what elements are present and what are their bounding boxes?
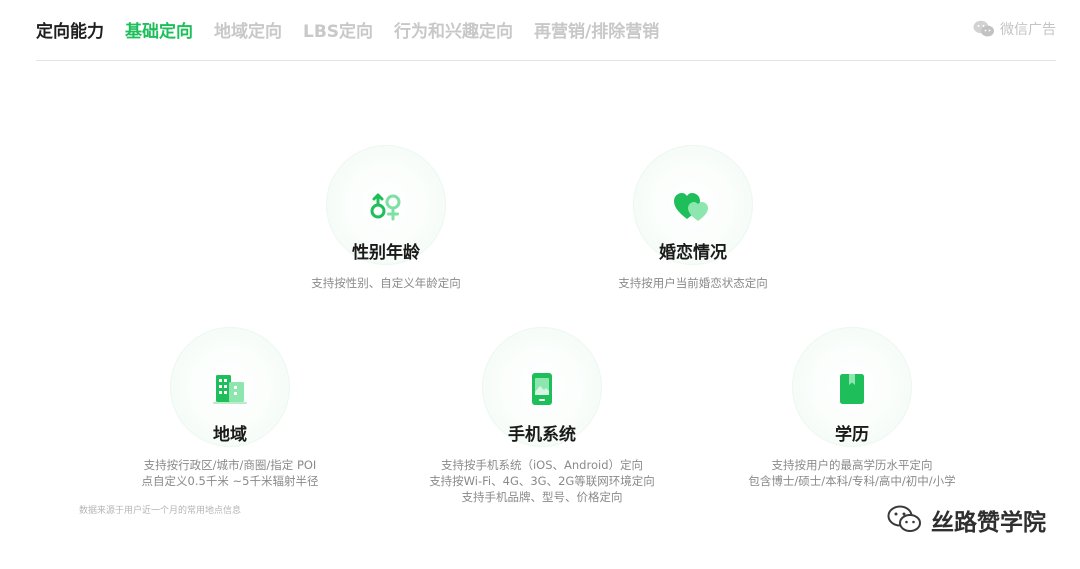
buildings-icon [206, 365, 254, 413]
tab-nav: 定向能力 基础定向 地域定向 LBS定向 行为和兴趣定向 再营销/排除营销 [36, 17, 680, 42]
phone-icon [518, 365, 566, 413]
watermark: 丝路赞学院 [887, 503, 1046, 537]
description-line: 支持按用户的最高学历水平定向 [771, 458, 933, 472]
brand-name: 微信广告 [1000, 22, 1056, 38]
description-line: 支持按性别、自定义年龄定向 [311, 276, 461, 290]
feature-description: 支持按行政区/城市/商圈/指定 POI 点自定义0.5千米 ~5千米辐射半径 [80, 457, 380, 489]
brand-logo: 微信广告 [973, 19, 1056, 39]
description-line: 点自定义0.5千米 ~5千米辐射半径 [141, 474, 319, 488]
watermark-text: 丝路赞学院 [931, 510, 1046, 536]
wechat-icon [973, 20, 994, 37]
feature-description: 支持按性别、自定义年龄定向 [236, 275, 536, 291]
feature-description: 支持按手机系统（iOS、Android）定向 支持按Wi-Fi、4G、3G、2G… [392, 457, 692, 505]
description-line: 支持手机品牌、型号、价格定向 [461, 490, 623, 504]
feature-title: 性别年龄 [352, 243, 420, 263]
tab-behavior-interest-targeting[interactable]: 行为和兴趣定向 [394, 17, 513, 42]
feature-description: 支持按用户的最高学历水平定向 包含博士/硕士/本科/专科/高中/初中/小学 [702, 457, 1002, 489]
description-line: 包含博士/硕士/本科/专科/高中/初中/小学 [748, 474, 956, 488]
hearts-icon [669, 183, 717, 231]
feature-description: 支持按用户当前婚恋状态定向 [543, 275, 843, 291]
tab-region-targeting[interactable]: 地域定向 [214, 17, 282, 42]
section-title: 定向能力 [36, 22, 104, 42]
data-source-note: 数据来源于用户近一个月的常用地点信息 [78, 506, 241, 516]
book-icon [828, 365, 876, 413]
top-nav-bar: 定向能力 基础定向 地域定向 LBS定向 行为和兴趣定向 再营销/排除营销 微信… [36, 0, 1056, 61]
description-line: 支持按Wi-Fi、4G、3G、2G等联网环境定向 [429, 474, 655, 488]
description-line: 支持按手机系统（iOS、Android）定向 [440, 458, 643, 472]
tab-basic-targeting[interactable]: 基础定向 [125, 17, 193, 42]
gender-symbol-icon [362, 183, 410, 231]
wechat-icon [887, 505, 921, 532]
description-line: 支持按用户当前婚恋状态定向 [618, 276, 768, 290]
feature-title: 手机系统 [508, 425, 576, 445]
feature-title: 学历 [835, 425, 869, 445]
tab-lbs-targeting[interactable]: LBS定向 [303, 17, 373, 42]
description-line: 支持按行政区/城市/商圈/指定 POI [143, 458, 317, 472]
feature-title: 地域 [213, 425, 247, 445]
tab-remarketing[interactable]: 再营销/排除营销 [534, 17, 659, 42]
feature-title: 婚恋情况 [659, 243, 727, 263]
